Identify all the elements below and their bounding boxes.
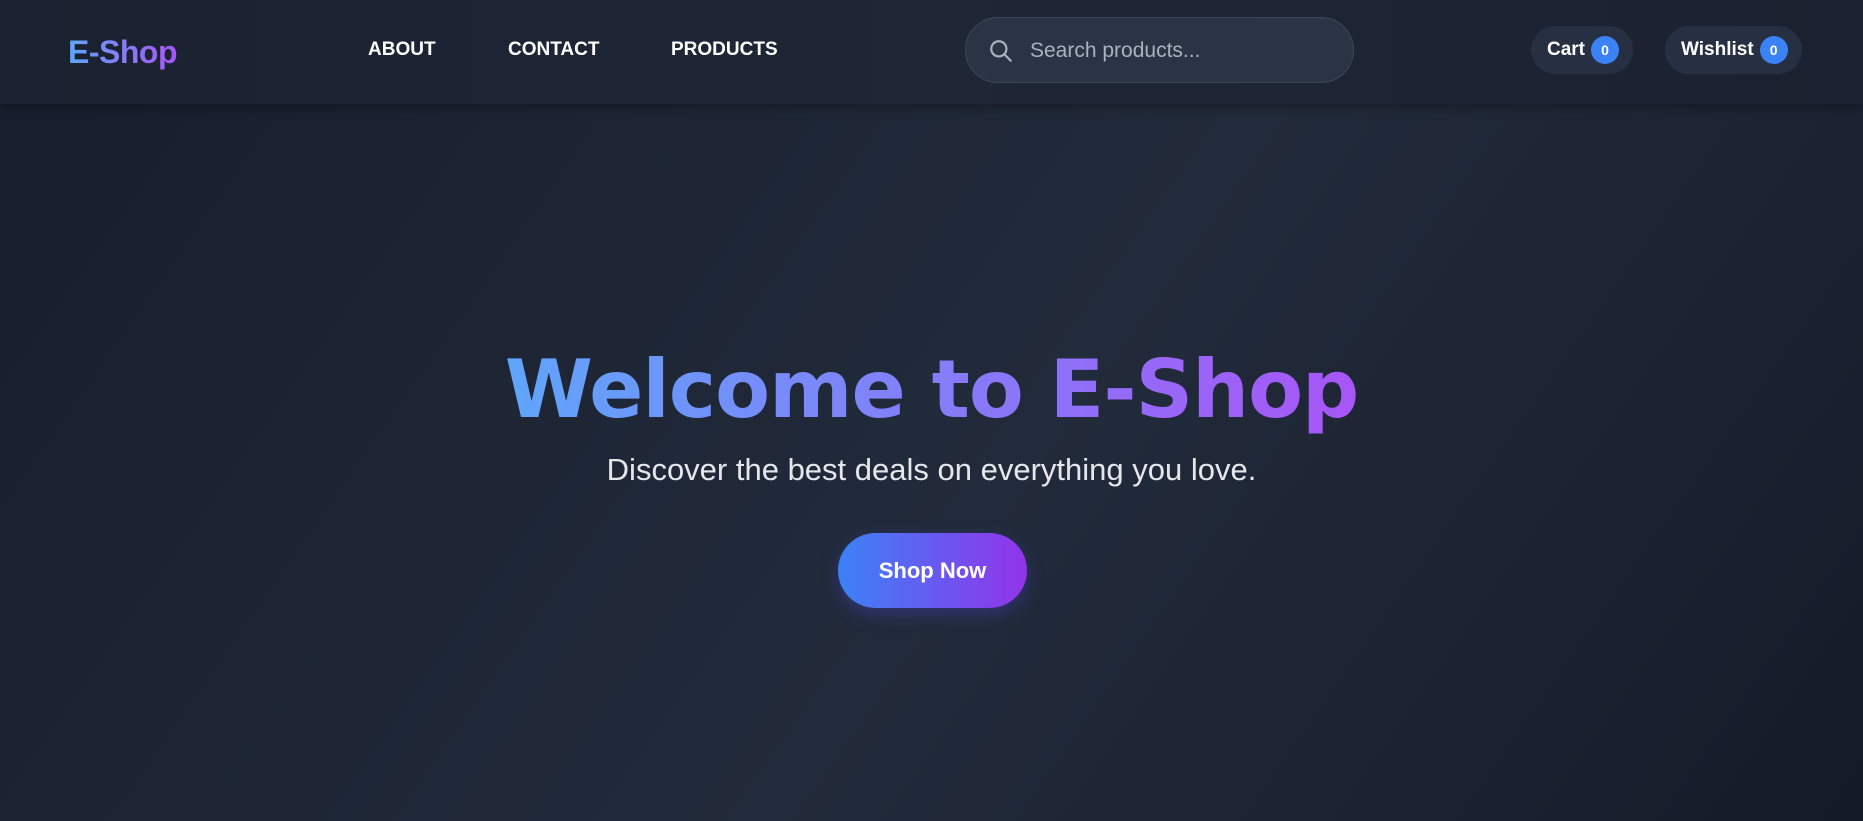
search-input[interactable] xyxy=(1030,32,1330,70)
hero-subtitle: Discover the best deals on everything yo… xyxy=(606,452,1257,487)
site-header: E-Shop ABOUT CONTACT PRODUCTS Cart 0 Wis… xyxy=(0,0,1863,104)
nav-link-contact[interactable]: CONTACT xyxy=(508,38,599,62)
cart-label: Cart xyxy=(1547,39,1586,60)
logo[interactable]: E-Shop xyxy=(68,32,177,72)
nav-link-products[interactable]: PRODUCTS xyxy=(671,38,778,62)
hero-title-text: Welcome to E-Shop xyxy=(504,343,1360,436)
hero-title: Welcome to E-Shop xyxy=(0,340,1863,440)
shop-now-button[interactable]: Shop Now xyxy=(838,533,1027,608)
cart-count-badge: 0 xyxy=(1591,36,1620,64)
wishlist-count-badge: 0 xyxy=(1759,36,1788,64)
search-bar[interactable] xyxy=(965,17,1354,83)
wishlist-button[interactable]: Wishlist 0 xyxy=(1665,26,1802,74)
search-icon xyxy=(990,40,1012,62)
nav-link-about[interactable]: ABOUT xyxy=(368,38,436,62)
wishlist-label: Wishlist xyxy=(1681,39,1754,60)
cart-button[interactable]: Cart 0 xyxy=(1531,26,1634,74)
